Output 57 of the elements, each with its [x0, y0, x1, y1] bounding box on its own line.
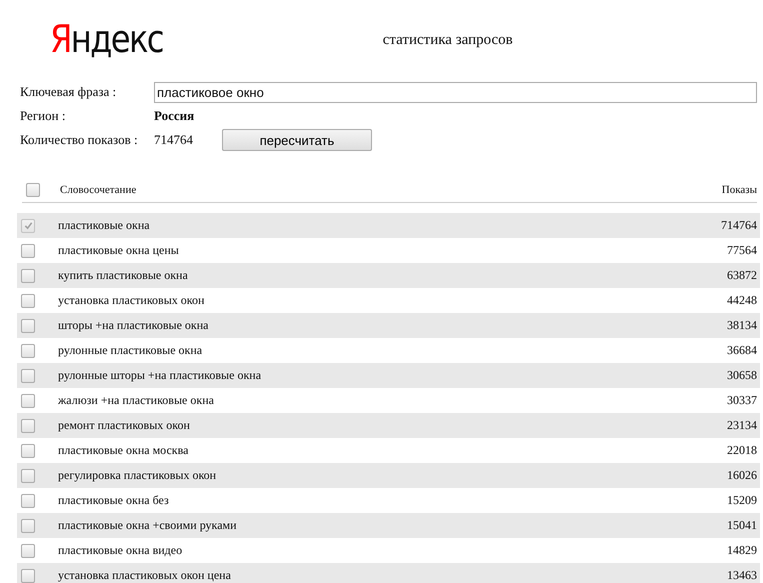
table-cell-text: 13463	[727, 568, 758, 583]
table-cell-text: 16026	[727, 468, 758, 483]
table-cell: регулировка пластиковых окон	[58, 468, 216, 482]
table-cell: пластиковые окна цены	[58, 243, 179, 257]
check-icon	[24, 221, 32, 230]
table-cell: пластиковые окна видео	[58, 543, 182, 557]
field-value: 714764	[154, 132, 193, 147]
table-cell-text: 30658	[727, 368, 758, 383]
table-cell: купить пластиковые окна	[58, 268, 188, 282]
checkbox[interactable]	[21, 568, 35, 582]
table-cell: установка пластиковых окон цена	[58, 568, 231, 582]
table-cell-text: 22018	[727, 443, 758, 458]
field-label: Ключевая фраза :	[20, 84, 116, 100]
table-cell: пластиковые окна +своими руками	[58, 518, 237, 532]
table-cell: пластиковые окна без	[58, 493, 169, 507]
checkbox[interactable]	[21, 368, 35, 382]
page-title: статистика запросов	[382, 32, 513, 48]
table-cell-text: 15209	[727, 493, 758, 508]
table-cell: ремонт пластиковых окон	[58, 418, 190, 432]
table-cell-text: 38134	[727, 318, 758, 333]
table-cell-text: 23134	[727, 418, 758, 433]
checkbox[interactable]	[21, 294, 35, 308]
field-label: Количество показов :	[20, 132, 138, 148]
table-cell-text: 44248	[727, 293, 758, 308]
table-cell-text: 36684	[727, 343, 758, 358]
table-cell: шторы +на пластиковые окна	[58, 318, 208, 332]
table-cell: пластиковые окна	[58, 218, 150, 232]
checkbox[interactable]	[26, 183, 40, 197]
input-field[interactable]: пластиковое окно	[154, 82, 757, 102]
table-cell-text: 14829	[727, 543, 758, 558]
table-cell: пластиковые окна москва	[58, 443, 188, 457]
field-value: Россия	[154, 108, 194, 124]
table-cell: установка пластиковых окон	[58, 293, 204, 307]
logo: Яндекс	[50, 17, 163, 61]
checkbox[interactable]	[21, 494, 35, 508]
table-cell-text: 30337	[727, 393, 758, 408]
column-header: Словосочетание	[60, 184, 136, 196]
checkbox[interactable]	[21, 318, 35, 332]
column-header: Показы	[722, 184, 757, 196]
checkbox[interactable]	[21, 244, 35, 258]
field-label: Регион :	[20, 108, 66, 124]
checkbox[interactable]	[21, 344, 35, 358]
table-cell-text: 15041	[727, 518, 758, 533]
table-cell-text: 63872	[727, 268, 758, 283]
checkbox[interactable]	[21, 444, 35, 458]
table-cell: рулонные шторы +на пластиковые окна	[58, 368, 262, 382]
table-cell: рулонные пластиковые окна	[58, 343, 202, 357]
table-cell-text: 77564	[727, 243, 758, 258]
table-cell: жалюзи +на пластиковые окна	[58, 393, 214, 407]
checkbox[interactable]	[21, 544, 35, 558]
checkbox[interactable]	[21, 268, 35, 282]
checkbox[interactable]	[21, 518, 35, 532]
recalculate-button[interactable]: пересчитать	[222, 129, 372, 151]
checkbox[interactable]	[21, 394, 35, 408]
checkbox[interactable]	[21, 418, 35, 432]
table-cell-text: 714764	[721, 218, 758, 233]
checkbox[interactable]	[21, 468, 35, 482]
